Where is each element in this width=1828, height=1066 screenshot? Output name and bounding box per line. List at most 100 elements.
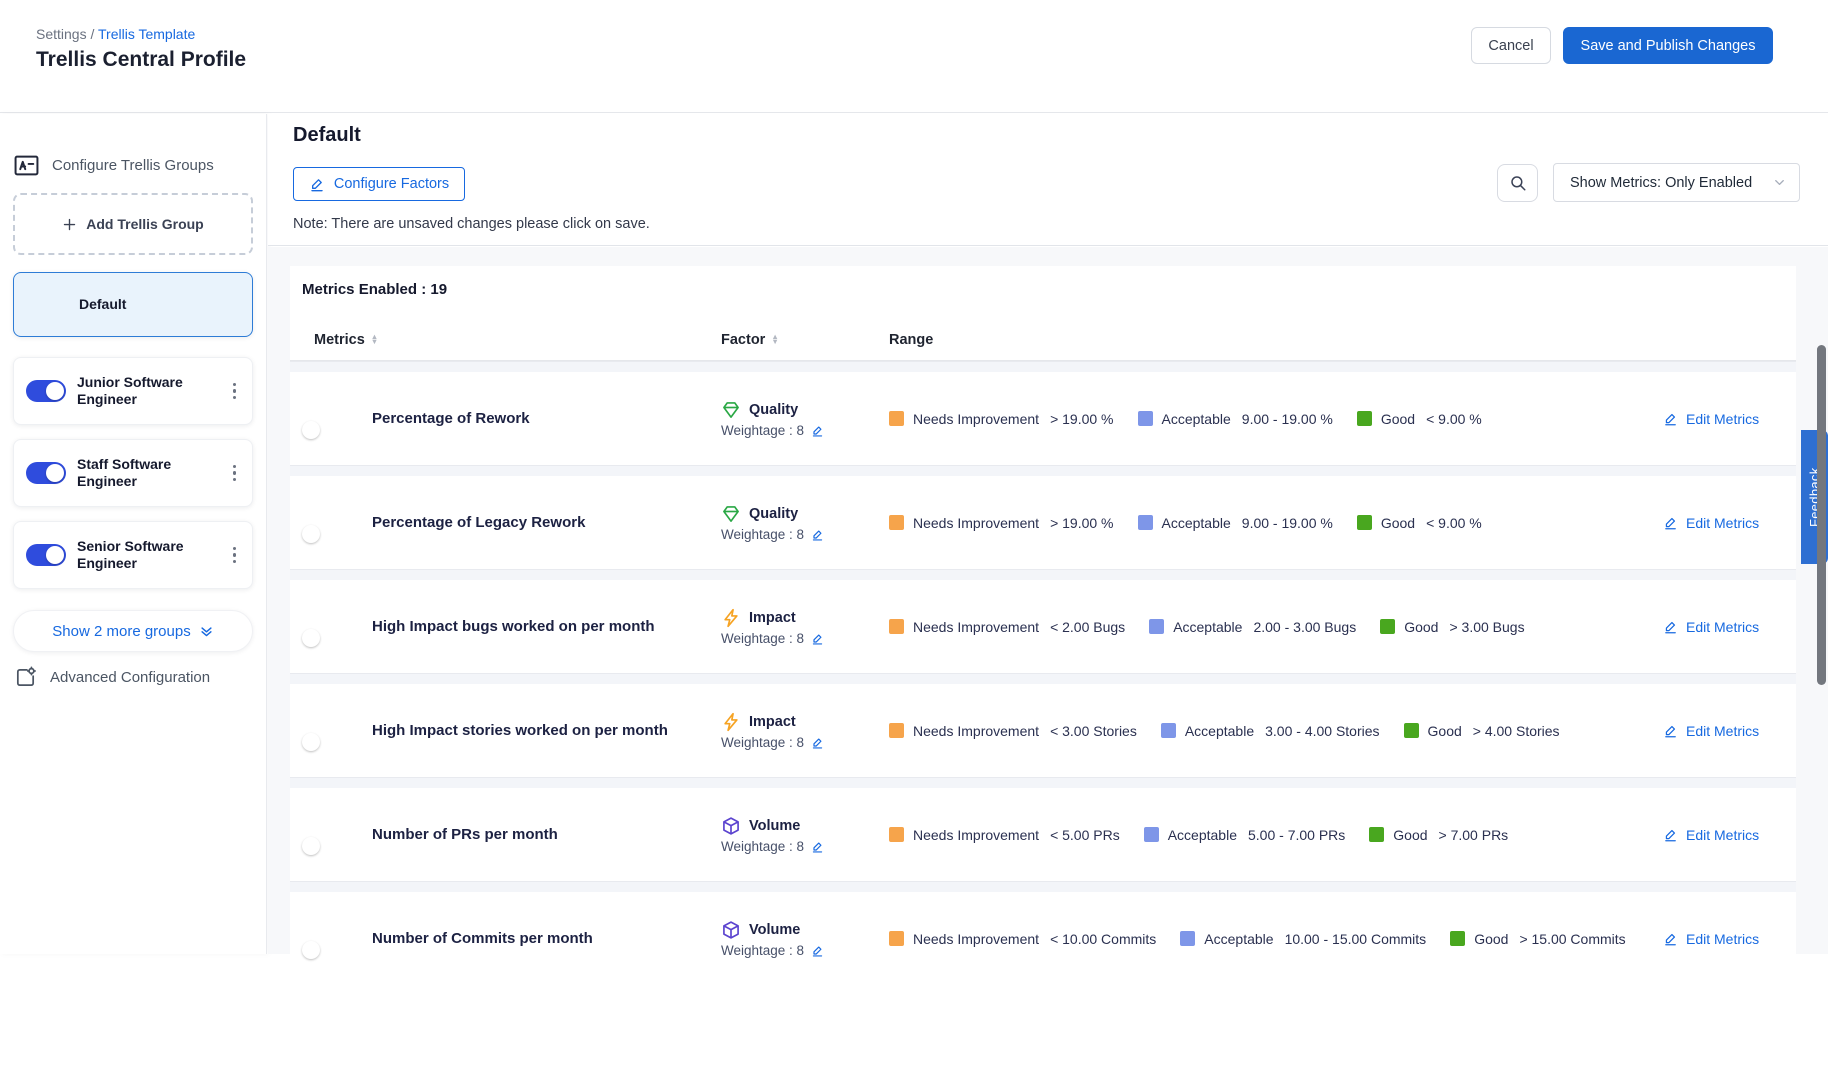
add-trellis-group-label: Add Trellis Group [86, 216, 203, 232]
range-value: > 19.00 % [1050, 411, 1113, 427]
range-level: Needs Improvement [913, 827, 1039, 843]
edit-metrics-link[interactable]: Edit Metrics [1663, 931, 1796, 947]
range-badge: Good> 4.00 Stories [1404, 723, 1560, 739]
range-level: Good [1428, 723, 1462, 739]
range-level: Needs Improvement [913, 515, 1039, 531]
range-cell: Needs Improvement> 19.00 %Acceptable9.00… [879, 515, 1663, 531]
configure-factors-button[interactable]: Configure Factors [293, 167, 465, 201]
range-value: > 3.00 Bugs [1449, 619, 1524, 635]
sidebar-item-staff-software-engineer[interactable]: Staff Software Engineer [13, 439, 253, 507]
range-badge: Acceptable 3.00 - 4.00 Stories [1161, 723, 1380, 739]
group-toggle[interactable] [26, 544, 66, 566]
column-header-range: Range [889, 332, 1796, 348]
edit-metrics-link[interactable]: Edit Metrics [1663, 411, 1796, 427]
group-name: Staff Software Engineer [77, 456, 197, 490]
range-cell: Needs Improvement< 5.00 PRsAcceptable5.0… [879, 827, 1663, 843]
factor-name: Quality [749, 402, 798, 418]
range-badge: Acceptable9.00 - 19.00 % [1138, 411, 1333, 427]
range-cell: Needs Improvement> 19.00 %Acceptable9.00… [879, 411, 1663, 427]
section-title: Configure Trellis Groups [52, 157, 214, 174]
column-header-metrics[interactable]: Metrics ▲▼ [290, 332, 721, 348]
breadcrumb-settings[interactable]: Settings [36, 26, 87, 42]
range-level: Good [1474, 931, 1508, 947]
range-level: Acceptable [1185, 723, 1254, 739]
table-row: Percentage of Rework Quality Weightage :… [290, 372, 1796, 465]
save-and-publish-button[interactable]: Save and Publish Changes [1563, 27, 1773, 64]
range-value: < 9.00 % [1426, 411, 1482, 427]
range-value: < 10.00 Commits [1050, 931, 1156, 947]
range-cell: Needs Improvement < 2.00 Bugs Acceptable2.… [879, 619, 1663, 635]
range-level: Acceptable [1168, 827, 1237, 843]
range-value: < 2.00 Bugs [1050, 619, 1125, 635]
advanced-configuration-link[interactable]: Advanced Configuration [14, 666, 210, 689]
cube-icon [721, 920, 741, 940]
show-metrics-dropdown-value: Show Metrics: Only Enabled [1570, 175, 1752, 191]
group-name: Senior Software Engineer [77, 538, 197, 572]
edit-pencil-icon[interactable] [811, 632, 824, 645]
show-more-groups-button[interactable]: Show 2 more groups [13, 610, 253, 652]
group-toggle[interactable] [26, 462, 66, 484]
column-header-factor[interactable]: Factor ▲▼ [721, 332, 889, 348]
factor-cell: Impact Weightage : 8 [721, 608, 879, 646]
sort-icon[interactable]: ▲▼ [371, 335, 378, 344]
range-color-swatch [1380, 619, 1395, 634]
kebab-menu-icon[interactable] [229, 379, 241, 404]
range-color-swatch [1144, 827, 1159, 842]
edit-pencil-icon [1663, 411, 1678, 426]
range-level: Needs Improvement [913, 619, 1039, 635]
kebab-menu-icon[interactable] [229, 461, 241, 486]
range-level: Acceptable [1204, 931, 1273, 947]
range-value: > 19.00 % [1050, 515, 1113, 531]
lightning-icon [721, 712, 741, 732]
edit-pencil-icon [1663, 619, 1678, 634]
range-value: < 9.00 % [1426, 515, 1482, 531]
edit-pencil-icon[interactable] [811, 528, 824, 541]
search-button[interactable] [1497, 164, 1538, 202]
edit-pencil-icon[interactable] [811, 944, 824, 957]
column-label: Factor [721, 332, 765, 348]
advanced-configuration-label: Advanced Configuration [50, 669, 210, 686]
breadcrumb-trellis-template[interactable]: Trellis Template [98, 26, 195, 42]
add-trellis-group-button[interactable]: Add Trellis Group [13, 193, 253, 255]
edit-pencil-icon[interactable] [811, 736, 824, 749]
range-cell: Needs Improvement< 10.00 CommitsAcceptab… [879, 931, 1663, 947]
edit-metrics-label: Edit Metrics [1686, 827, 1759, 843]
edit-metrics-link[interactable]: Edit Metrics [1663, 619, 1796, 635]
range-badge: Acceptable5.00 - 7.00 PRs [1144, 827, 1346, 843]
edit-metrics-label: Edit Metrics [1686, 619, 1759, 635]
edit-pencil-icon[interactable] [811, 840, 824, 853]
sidebar-item-default[interactable]: Default [13, 272, 253, 337]
show-metrics-dropdown[interactable]: Show Metrics: Only Enabled [1553, 163, 1800, 202]
group-toggle[interactable] [26, 380, 66, 402]
range-badge: Good< 9.00 % [1357, 515, 1482, 531]
sidebar-item-senior-software-engineer[interactable]: Senior Software Engineer [13, 521, 253, 589]
edit-pencil-icon[interactable] [811, 424, 824, 437]
sidebar-item-junior-software-engineer[interactable]: Junior Software Engineer [13, 357, 253, 425]
metric-name: High Impact bugs worked on per month [362, 618, 721, 635]
edit-metrics-label: Edit Metrics [1686, 723, 1759, 739]
weightage-label: Weightage : 8 [721, 423, 804, 438]
plus-icon [62, 217, 77, 232]
factor-cell: Volume Weightage : 8 [721, 920, 879, 958]
row-divider [290, 361, 1796, 372]
range-badge: Good> 15.00 Commits [1450, 931, 1625, 947]
sort-icon[interactable]: ▲▼ [771, 335, 778, 344]
weightage-label: Weightage : 8 [721, 735, 804, 750]
range-badge: Acceptable2.00 - 3.00 Bugs [1149, 619, 1356, 635]
range-level: Good [1404, 619, 1438, 635]
cancel-button[interactable]: Cancel [1471, 27, 1551, 64]
row-divider [290, 777, 1796, 788]
sidebar: Configure Trellis Groups Add Trellis Gro… [0, 114, 267, 954]
range-color-swatch [1404, 723, 1419, 738]
edit-metrics-link[interactable]: Edit Metrics [1663, 723, 1796, 739]
factor-name: Quality [749, 506, 798, 522]
edit-metrics-link[interactable]: Edit Metrics [1663, 515, 1796, 531]
range-color-swatch [1357, 515, 1372, 530]
vertical-scrollbar-thumb[interactable] [1817, 345, 1826, 685]
weightage-label: Weightage : 8 [721, 631, 804, 646]
edit-metrics-link[interactable]: Edit Metrics [1663, 827, 1796, 843]
range-value: 3.00 - 4.00 Stories [1265, 723, 1379, 739]
row-divider [290, 673, 1796, 684]
search-icon [1509, 174, 1527, 192]
kebab-menu-icon[interactable] [229, 543, 241, 568]
